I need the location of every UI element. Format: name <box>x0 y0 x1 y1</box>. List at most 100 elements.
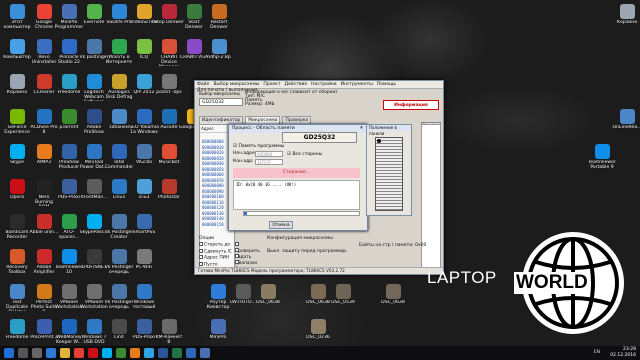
desktop-shortcut[interactable]: DSC_0638 <box>253 283 283 317</box>
desktop-shortcut[interactable]: Freedome <box>2 318 32 346</box>
desktop-shortcut[interactable]: Text Duplicate Deleter <box>2 283 32 317</box>
search-button[interactable] <box>18 348 28 358</box>
desktop-shortcut[interactable]: DSC_0628 <box>378 283 408 317</box>
end-address-input[interactable]: 3FFFFF <box>255 159 283 165</box>
desktop-shortcut-label: GeForce Experience <box>4 125 30 135</box>
minipro-taskbar[interactable] <box>200 348 210 358</box>
logo-world-text: WORLD <box>514 272 590 294</box>
chip-select-caption: Выбор микросхемы <box>199 91 240 96</box>
desktop-shortcut[interactable]: Этот компьютер <box>2 3 32 37</box>
desktop-shortcut[interactable]: Корзина <box>612 3 640 37</box>
app-icon <box>385 284 401 299</box>
desktop-shortcut-label: Этот компьютер <box>3 20 31 30</box>
desktop-shortcut[interactable]: Recovery Toolbox <box>2 248 32 282</box>
desktop-shortcut[interactable]: GeForce Experience <box>2 108 32 142</box>
language-indicator[interactable]: EN <box>594 350 600 355</box>
skype-taskbar[interactable] <box>102 348 112 358</box>
chip-placement-window: Положение в панели <box>366 124 412 216</box>
desktop-shortcut[interactable]: Компьютер <box>2 38 32 72</box>
close-icon[interactable]: ✕ <box>358 125 365 133</box>
excel-taskbar[interactable] <box>172 348 182 358</box>
desktop-shortcut-label: DSC_0539 <box>331 300 355 305</box>
desktop-shortcut[interactable]: PC-WiFi <box>129 248 159 282</box>
system-clock[interactable]: 23:28 02.12.2016 <box>610 347 636 359</box>
desktop-shortcut[interactable]: postst -ops <box>154 73 184 107</box>
edge-taskbar[interactable] <box>46 348 56 358</box>
option-label: Адрес ПИН <box>204 255 230 261</box>
desktop-shortcut[interactable]: MusicBot <box>154 143 184 177</box>
aimp-taskbar[interactable] <box>130 348 140 358</box>
dialog-title: Процесс - Область памяти <box>232 126 295 131</box>
app-icon <box>111 4 127 19</box>
cancel-button[interactable]: Отмена <box>269 221 293 229</box>
checkbox-box <box>199 261 203 266</box>
app-icon <box>61 144 77 159</box>
desktop-shortcut[interactable]: OnLineRea... <box>612 108 640 142</box>
desktop-shortcut[interactable]: KM-Камнет В <box>154 318 184 346</box>
desktop-shortcut[interactable]: ndhp-2.8p <box>204 38 234 72</box>
word-taskbar[interactable] <box>158 348 168 358</box>
app-icon <box>9 109 25 124</box>
checkbox-box <box>199 248 203 253</box>
desktop-shortcut[interactable]: SmartPSS <box>129 213 159 247</box>
desktop-shortcut-label: Skype <box>10 160 24 165</box>
status-bar: Готово MiniPro TL866CS Модель программат… <box>195 267 443 274</box>
explorer-taskbar[interactable] <box>60 348 70 358</box>
task-view-button[interactable] <box>32 348 42 358</box>
menu-item[interactable]: Файл <box>197 82 209 87</box>
option-checkbox[interactable]: Стереть до <box>199 242 232 249</box>
desktop-shortcut[interactable]: DSC_0539 <box>328 283 358 317</box>
app-icon <box>86 284 102 299</box>
memory-checkbox[interactable]: ☑ Память программы <box>233 144 284 149</box>
photoshop-taskbar[interactable] <box>144 348 154 358</box>
app-icon <box>9 179 25 194</box>
info-button[interactable]: Информация <box>383 100 439 110</box>
desktop-shortcut-label: postst -ops <box>156 90 182 95</box>
total-commander-taskbar[interactable] <box>186 348 196 358</box>
option-checkbox[interactable]: Адрес ПИН <box>199 255 232 262</box>
desktop-shortcut-label: OnLineRea... <box>612 125 640 130</box>
desktop-shortcut[interactable]: Корзина <box>2 73 32 107</box>
menu-item[interactable]: Выбор микросхемы <box>213 82 259 87</box>
menu-item[interactable]: Настройки <box>311 82 336 87</box>
start-button[interactable] <box>4 348 14 358</box>
app-icon <box>61 74 77 89</box>
opera-taskbar[interactable] <box>88 348 98 358</box>
desktop-shortcut[interactable]: MiniPro <box>203 318 233 346</box>
app-icon <box>86 4 102 19</box>
bytes-label: Байты на стр / памяти: 0x00 <box>359 243 427 248</box>
desktop-shortcut[interactable]: Restart Denwer <box>204 3 234 37</box>
app-icon <box>211 4 227 19</box>
tab[interactable]: Проверка <box>282 116 312 124</box>
app-icon <box>136 179 152 194</box>
start-address-input[interactable]: 000000 <box>255 151 283 157</box>
app-icon <box>111 109 127 124</box>
menu-item[interactable]: Инструменты <box>341 82 373 87</box>
write-protect-checkbox[interactable]: Выкл. защиту перед программир. <box>267 249 348 254</box>
end-address-label: Кон.адр: <box>233 159 254 164</box>
app-icon <box>111 319 127 334</box>
desktop-shortcut[interactable]: TeamViewer Portable 9 <box>587 143 617 177</box>
tab[interactable]: Идентификатор <box>199 116 244 124</box>
chip-select-field[interactable]: GD25Q32 <box>199 98 243 106</box>
desktop-shortcut[interactable]: Skype <box>2 143 32 177</box>
tab[interactable]: Микросхема <box>245 116 281 124</box>
chip-info-panel: Информация о м/с (зависит от сборки) Тип… <box>245 90 377 111</box>
app-icon <box>211 39 227 54</box>
app-icon <box>161 74 177 89</box>
app-icon <box>111 144 127 159</box>
chrome-taskbar[interactable] <box>74 348 84 358</box>
app-icon <box>161 319 177 334</box>
app-icon <box>136 109 152 124</box>
desktop-shortcut[interactable]: Bandicam Recorder <box>2 213 32 247</box>
app-icon <box>619 4 635 19</box>
menu-item[interactable]: Действие <box>285 82 308 87</box>
desktop-shortcut[interactable]: DSC_0236 <box>303 318 333 346</box>
desktop-shortcut[interactable]: Photostar <box>154 178 184 212</box>
desktop-shortcut[interactable]: Opera <box>2 178 32 212</box>
desktop-shortcut-label: Restart Denwer <box>210 20 228 30</box>
menu-item[interactable]: Помощь <box>377 82 396 87</box>
desktop-shortcut[interactable]: Windows тестовый <box>129 283 159 317</box>
menu-item[interactable]: Проект <box>263 82 280 87</box>
torrent-taskbar[interactable] <box>116 348 126 358</box>
